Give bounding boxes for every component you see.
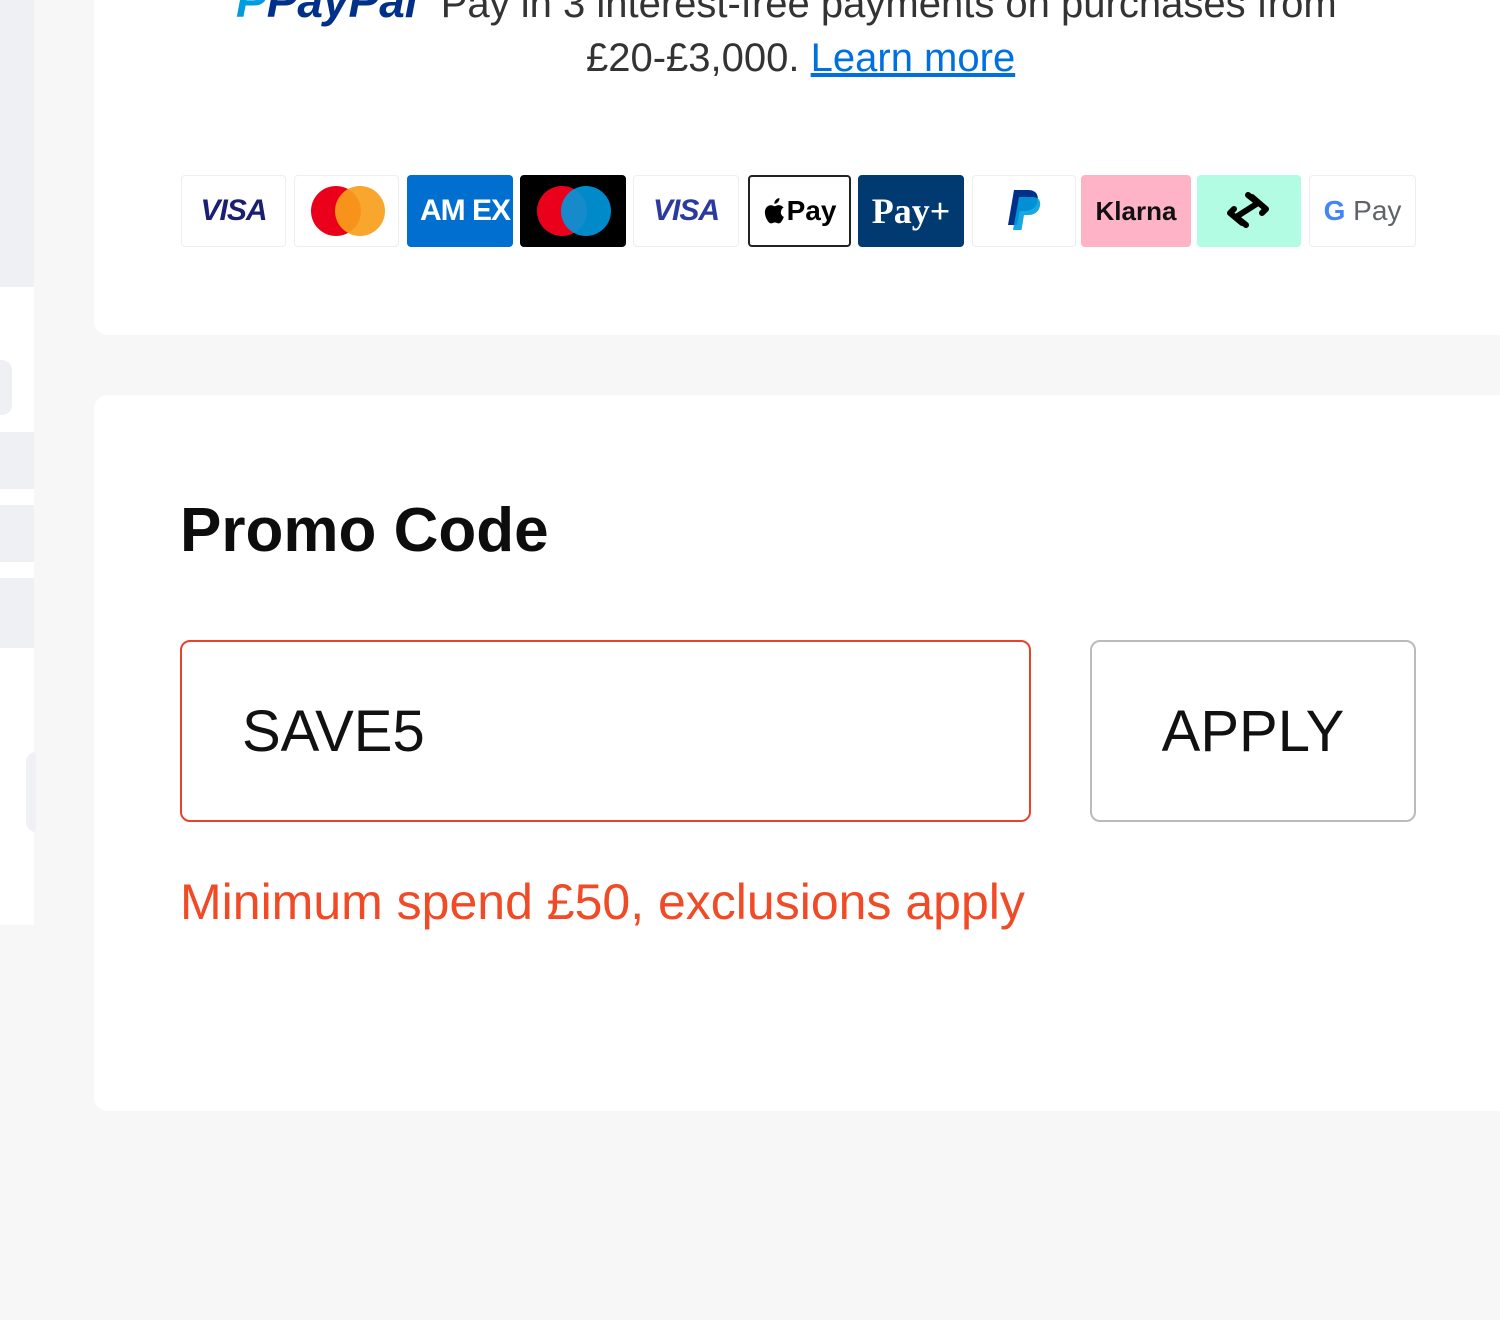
sidebar-block (0, 578, 34, 648)
sidebar-block (0, 360, 12, 415)
visa-icon: VISA (181, 175, 286, 247)
paypal-amount-range: £20-£3,000. (586, 36, 800, 80)
google-pay-icon: G Pay (1309, 175, 1416, 247)
sidebar-block (0, 432, 34, 489)
paypal-icon (972, 175, 1076, 247)
klarna-icon: Klarna (1081, 175, 1191, 247)
clearpay-icon (1197, 175, 1301, 247)
paypal-message-text: Pay in 3 interest-free payments on purch… (440, 0, 1337, 26)
mastercard-icon (294, 175, 399, 247)
maestro-icon (520, 175, 626, 247)
amex-icon: AM EX (407, 175, 513, 247)
promo-code-title: Promo Code (180, 496, 549, 565)
paypal-logo: PPayPal (236, 0, 418, 27)
apply-button[interactable]: APPLY (1090, 640, 1416, 822)
sidebar-block (0, 0, 34, 287)
learn-more-link[interactable]: Learn more (811, 36, 1016, 80)
paypal-message-line-2: £20-£3,000. Learn more (586, 36, 1015, 81)
apple-pay-icon: Pay (748, 175, 851, 247)
promo-code-input[interactable] (180, 640, 1031, 822)
sidebar-handle (26, 752, 36, 832)
paypal-message-line: PPayPal Pay in 3 interest-free payments … (236, 0, 1337, 28)
visa-electron-icon: VISA (633, 175, 739, 247)
promo-error-message: Minimum spend £50, exclusions apply (180, 874, 1025, 930)
pay-plus-icon: Pay+ (858, 175, 964, 247)
sidebar-block (0, 505, 34, 562)
